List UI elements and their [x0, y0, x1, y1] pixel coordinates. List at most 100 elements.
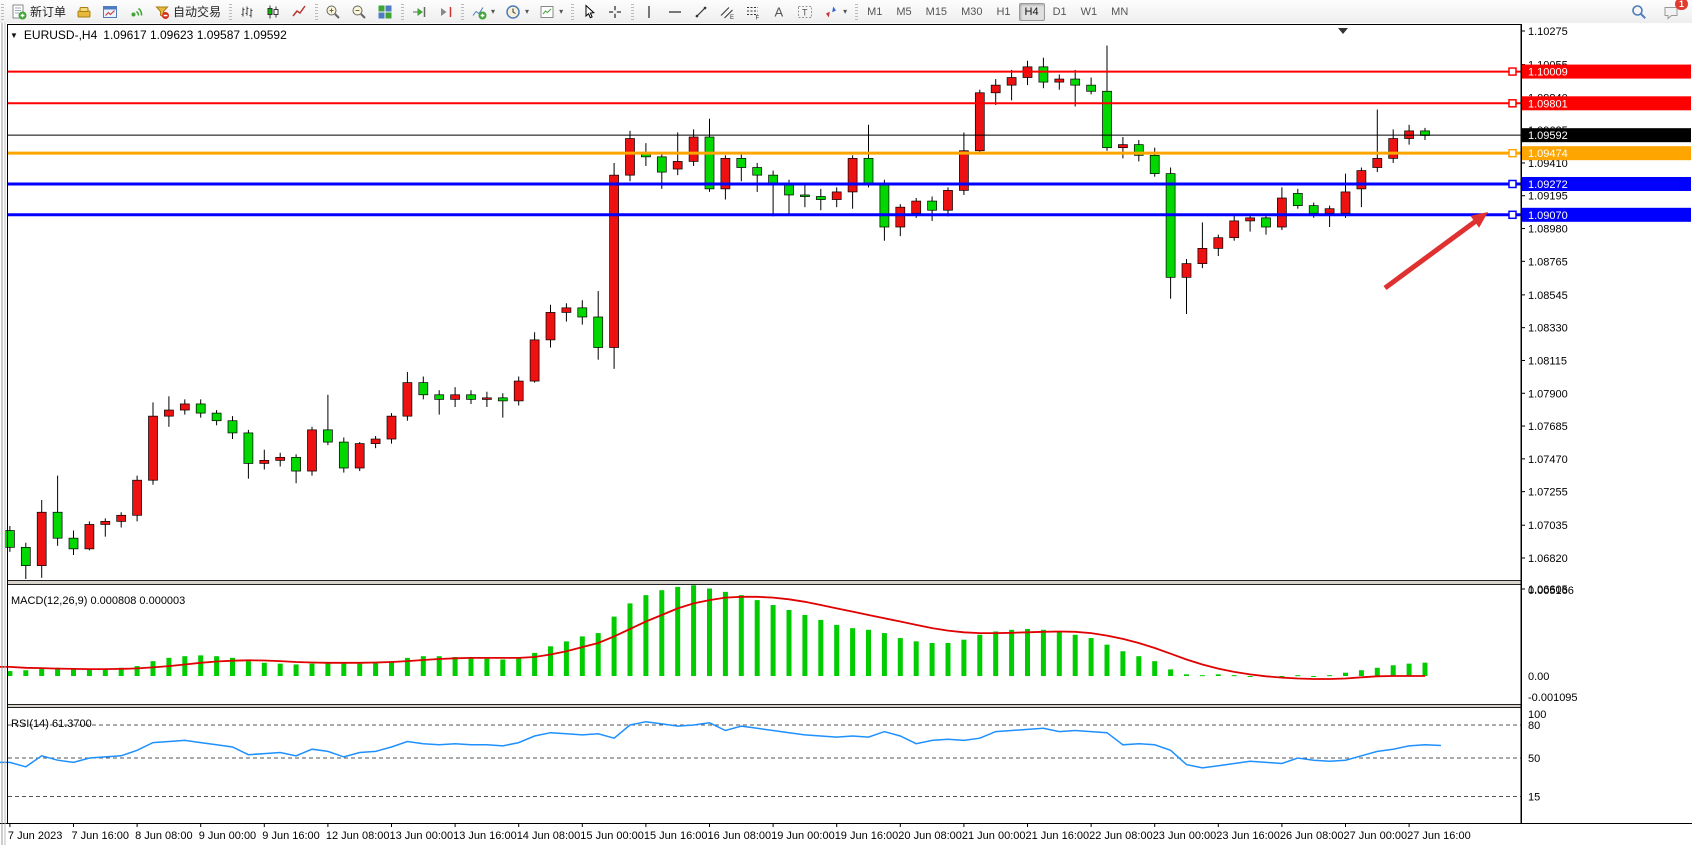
candle-body: [482, 398, 491, 400]
line-chart-button[interactable]: [287, 1, 311, 23]
period-w1-button[interactable]: W1: [1075, 3, 1104, 21]
svg-text:A: A: [775, 4, 784, 19]
line-handle[interactable]: [1509, 68, 1516, 75]
trendline-button[interactable]: [689, 1, 713, 23]
fibonacci-button[interactable]: F: [741, 1, 765, 23]
gold-box-icon: [76, 4, 92, 20]
candlestick-chart-button[interactable]: [261, 1, 285, 23]
dropdown-caret-icon[interactable]: ▾: [525, 7, 529, 16]
tile-windows-button[interactable]: [373, 1, 397, 23]
crosshair-button[interactable]: [603, 1, 627, 23]
periods-menu-button[interactable]: ▾: [501, 1, 533, 23]
candle-body: [785, 184, 794, 195]
chart-window-button[interactable]: [98, 1, 122, 23]
horizontal-line-button[interactable]: [663, 1, 687, 23]
new-order-label: 新订单: [30, 3, 66, 20]
time-tick-label: 13 Jun 00:00: [390, 830, 454, 842]
search-button[interactable]: [1627, 1, 1651, 23]
period-m5-button[interactable]: M5: [890, 3, 917, 21]
price-axis[interactable]: 1.102751.100551.098401.096251.094101.091…: [1521, 24, 1692, 824]
candle-body: [1150, 155, 1159, 173]
arrows-button[interactable]: ▾: [819, 1, 851, 23]
macd-histogram-bar: [739, 595, 744, 676]
candle-body: [37, 512, 46, 565]
candle-body: [1007, 78, 1016, 86]
period-m1-button[interactable]: M1: [861, 3, 888, 21]
one-click-trading-toggle[interactable]: ▼: [10, 31, 18, 40]
chart-canvas[interactable]: 1.102751.100551.098401.096251.094101.091…: [0, 23, 1692, 845]
time-tick-label: 20 Jun 08:00: [898, 830, 962, 842]
candle-body: [1182, 264, 1191, 278]
bar-chart-button[interactable]: [235, 1, 259, 23]
depth-of-market-button[interactable]: [72, 1, 96, 23]
candle-body: [467, 395, 476, 400]
line-handle[interactable]: [1509, 100, 1516, 107]
macd-histogram-bar: [707, 589, 712, 676]
macd-histogram-bar: [850, 628, 855, 676]
price-tick-label: 1.08115: [1528, 355, 1567, 367]
signal-icon: [128, 4, 144, 20]
line-handle[interactable]: [1509, 150, 1516, 157]
period-mn-button[interactable]: MN: [1105, 3, 1134, 21]
candle-body: [530, 340, 539, 381]
dropdown-caret-icon[interactable]: ▾: [491, 7, 495, 16]
new-order-button[interactable]: 新订单: [7, 1, 70, 23]
price-badge-label: 1.09592: [1528, 130, 1568, 142]
price-tick-label: 1.07035: [1528, 520, 1568, 532]
price-tick-label: 1.07470: [1528, 454, 1568, 466]
candle-body: [355, 444, 364, 468]
candlestick-icon: [265, 4, 281, 20]
toolbar-cursor-group: [570, 1, 630, 23]
vline-icon: [641, 4, 657, 20]
period-m30-button[interactable]: M30: [955, 3, 988, 21]
line-handle[interactable]: [1509, 180, 1516, 187]
macd-axis-label: -0.001095: [1528, 692, 1578, 704]
cursor-button[interactable]: [577, 1, 601, 23]
period-h1-button[interactable]: H1: [990, 3, 1016, 21]
macd-histogram-bar: [1423, 663, 1428, 676]
toolbar-scroll-group: [400, 1, 460, 23]
zoom-in-button[interactable]: [321, 1, 345, 23]
dropdown-caret-icon[interactable]: ▾: [559, 7, 563, 16]
toolbar-insert-group: ▾ ▾ ▾: [460, 1, 570, 23]
time-tick-label: 12 Jun 08:00: [326, 830, 390, 842]
price-tick-label: 1.08330: [1528, 323, 1568, 335]
symbol-period-label: EURUSD-,H4: [24, 28, 97, 42]
candle-body: [1214, 238, 1223, 249]
line-handle[interactable]: [1509, 211, 1516, 218]
macd-histogram-bar: [389, 661, 394, 676]
auto-scroll-icon: [411, 4, 427, 20]
auto-trading-button[interactable]: 自动交易: [150, 1, 225, 23]
period-d1-button[interactable]: D1: [1047, 3, 1073, 21]
vertical-line-button[interactable]: [637, 1, 661, 23]
text-button[interactable]: A: [767, 1, 791, 23]
candle-body: [371, 439, 380, 444]
time-tick-label: 7 Jun 2023: [8, 830, 62, 842]
time-tick-label: 21 Jun 16:00: [1026, 830, 1090, 842]
period-m15-button[interactable]: M15: [920, 3, 953, 21]
price-tick-label: 1.09195: [1528, 191, 1568, 203]
macd-histogram-bar: [453, 657, 458, 676]
text-label-button[interactable]: T: [793, 1, 817, 23]
candle-body: [85, 524, 94, 548]
macd-histogram-bar: [198, 655, 203, 676]
signals-button[interactable]: [124, 1, 148, 23]
macd-histogram-bar: [914, 641, 919, 676]
macd-histogram-bar: [1327, 675, 1332, 676]
notifications-button[interactable]: 1: [1659, 1, 1683, 23]
dropdown-caret-icon[interactable]: ▾: [843, 7, 847, 16]
macd-histogram-bar: [516, 658, 521, 676]
macd-histogram-bar: [294, 664, 299, 676]
macd-histogram-bar: [39, 669, 44, 676]
indicators-button[interactable]: ▾: [467, 1, 499, 23]
zoom-out-button[interactable]: [347, 1, 371, 23]
chart-window: 1.102751.100551.098401.096251.094101.091…: [0, 23, 1692, 845]
period-h4-button[interactable]: H4: [1019, 3, 1045, 21]
equidistant-channel-button[interactable]: E: [715, 1, 739, 23]
auto-scroll-button[interactable]: [407, 1, 431, 23]
price-badge-label: 1.10009: [1528, 67, 1568, 79]
candle-body: [578, 308, 587, 317]
macd-histogram-bar: [691, 585, 696, 676]
chart-shift-button[interactable]: [433, 1, 457, 23]
templates-button[interactable]: ▾: [535, 1, 567, 23]
